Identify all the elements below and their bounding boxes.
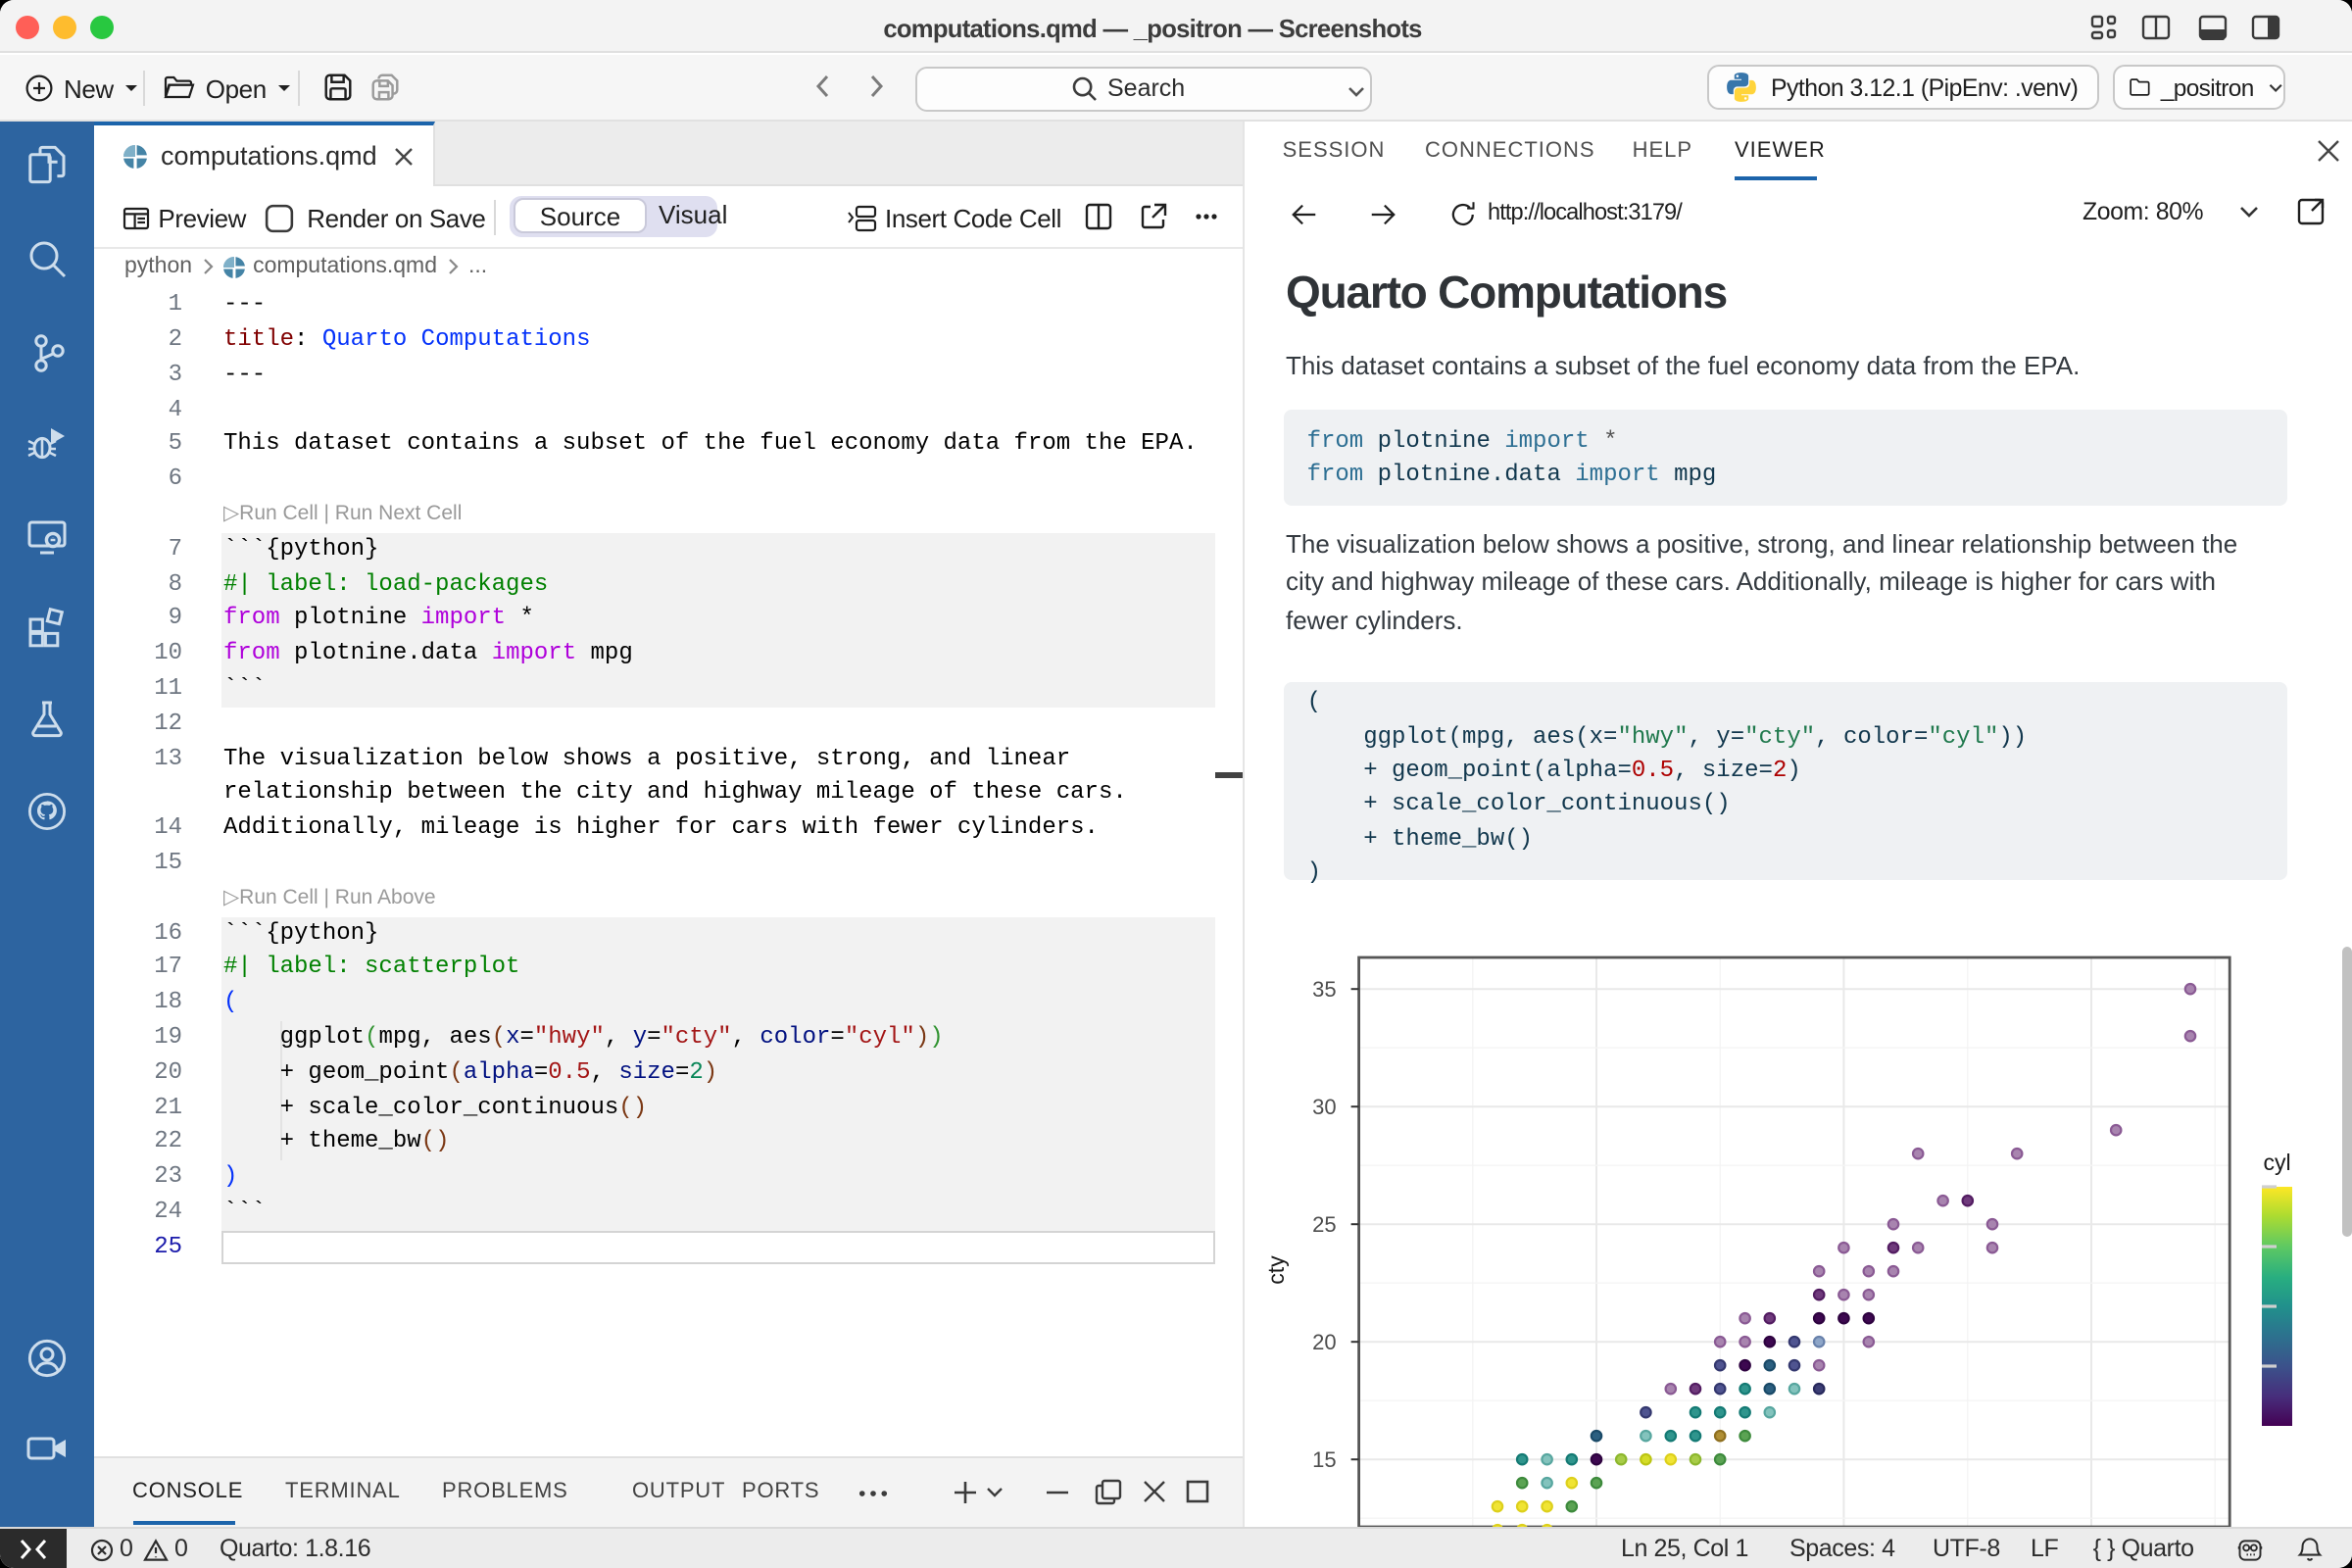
svg-text:15: 15 bbox=[1311, 1447, 1335, 1472]
svg-text:30: 30 bbox=[1311, 1095, 1335, 1119]
svg-text:25: 25 bbox=[1311, 1212, 1335, 1237]
svg-text:35: 35 bbox=[1311, 977, 1335, 1002]
svg-text:cyl: cyl bbox=[2263, 1150, 2290, 1175]
svg-text:cty: cty bbox=[1262, 1255, 1288, 1285]
svg-text:20: 20 bbox=[1311, 1330, 1335, 1354]
